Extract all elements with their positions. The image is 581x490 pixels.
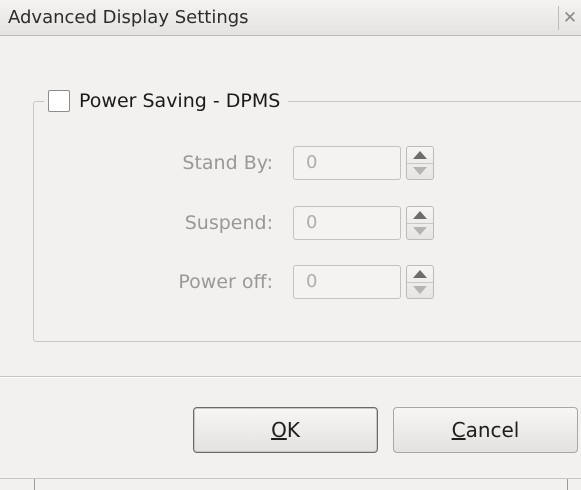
arrow-up-icon: [413, 270, 427, 278]
ok-button[interactable]: OK: [193, 407, 378, 453]
power-off-input[interactable]: 0: [293, 265, 401, 299]
window-title: Advanced Display Settings: [8, 7, 249, 28]
power-off-spin-buttons[interactable]: [406, 265, 434, 299]
suspend-spin-buttons[interactable]: [406, 206, 434, 240]
suspend-increment-button[interactable]: [407, 207, 433, 224]
cancel-button[interactable]: Cancel: [393, 407, 578, 453]
arrow-down-icon: [413, 227, 427, 235]
suspend-spinbox[interactable]: 0: [293, 206, 439, 240]
power-off-increment-button[interactable]: [407, 266, 433, 283]
dpms-checkbox-label[interactable]: Power Saving - DPMS: [79, 90, 280, 112]
suspend-label: Suspend:: [184, 212, 273, 234]
dpms-group-header: Power Saving - DPMS: [44, 89, 289, 113]
standby-decrement-button[interactable]: [407, 163, 433, 179]
standby-spin-buttons[interactable]: [406, 146, 434, 180]
arrow-down-icon: [413, 167, 427, 175]
suspend-input[interactable]: 0: [293, 206, 401, 240]
standby-input[interactable]: 0: [293, 146, 401, 180]
button-separator: [0, 376, 581, 378]
title-bar: Advanced Display Settings ✕: [0, 0, 581, 36]
ok-mnemonic: O: [271, 418, 287, 442]
power-off-spinbox[interactable]: 0: [293, 265, 439, 299]
standby-spinbox[interactable]: 0: [293, 146, 439, 180]
edge-tick: [567, 479, 568, 490]
standby-label: Stand By:: [182, 152, 273, 174]
cancel-label-rest: ancel: [465, 418, 520, 442]
standby-increment-button[interactable]: [407, 147, 433, 164]
dpms-checkbox[interactable]: [48, 90, 70, 112]
arrow-up-icon: [413, 211, 427, 219]
power-off-decrement-button[interactable]: [407, 282, 433, 298]
ok-label-rest: K: [286, 418, 300, 442]
power-off-label: Power off:: [178, 271, 273, 293]
bottom-edge: [0, 478, 581, 490]
cancel-mnemonic: C: [451, 418, 466, 442]
arrow-down-icon: [413, 286, 427, 294]
edge-tick: [34, 479, 35, 490]
suspend-decrement-button[interactable]: [407, 223, 433, 239]
close-icon[interactable]: ✕: [558, 6, 581, 30]
arrow-up-icon: [413, 151, 427, 159]
